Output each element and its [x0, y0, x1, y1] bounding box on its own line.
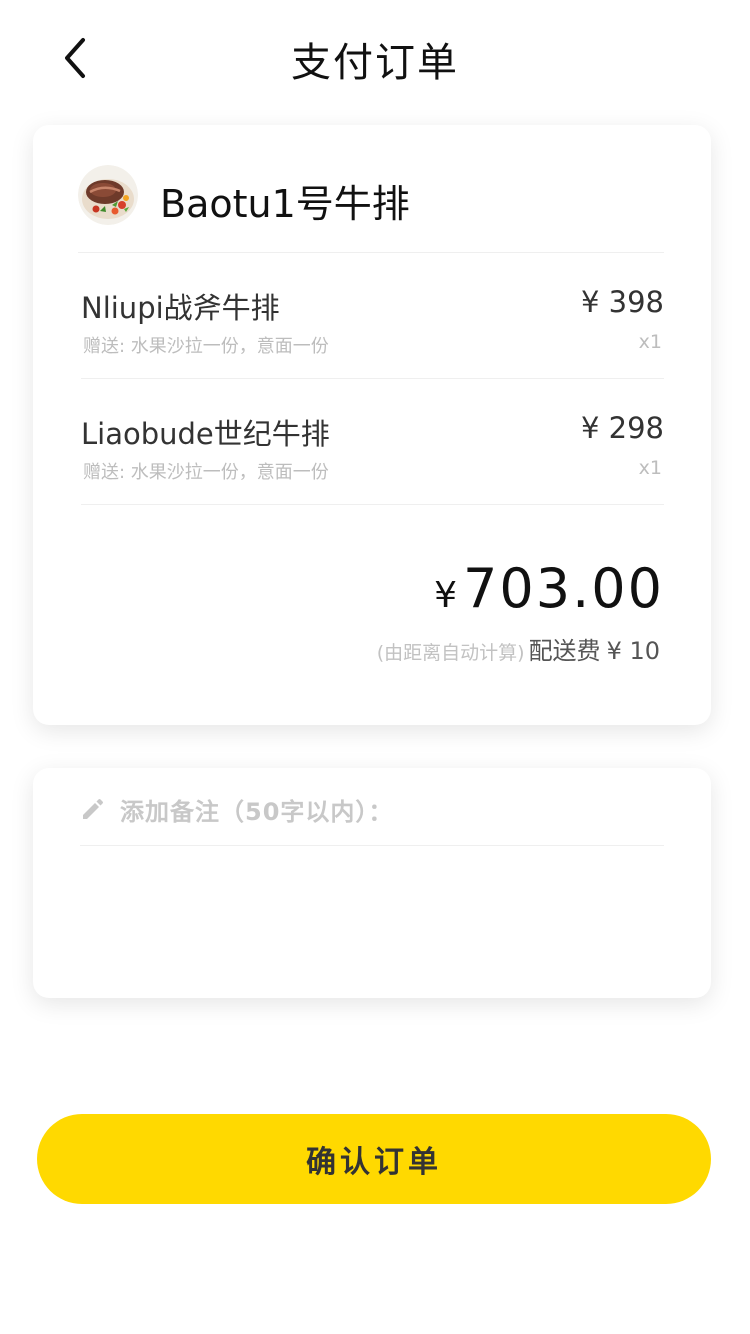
header: 支付订单: [0, 0, 750, 118]
pay-order-page: 支付订单 Baotu1号牛排 Nliupi战斧牛排 赠送: 水果沙拉一份，意面一…: [0, 0, 750, 1334]
item-quantity: x1: [638, 331, 662, 353]
delivery-fee: ¥ 10: [606, 637, 660, 665]
item-quantity: x1: [638, 457, 662, 479]
total-amount: ¥ 703.00: [434, 557, 664, 620]
shop-name: Baotu1号牛排: [160, 182, 410, 226]
item-price: ¥ 398: [580, 285, 664, 319]
item-gift: 赠送: 水果沙拉一份，意面一份: [83, 336, 329, 357]
delivery-label: 配送费: [528, 637, 601, 665]
shop-avatar: [78, 165, 138, 225]
order-item: Liaobude世纪牛排 赠送: 水果沙拉一份，意面一份 ¥ 298 x1: [81, 379, 664, 505]
remark-header: 添加备注（50字以内）：: [80, 792, 664, 846]
total-currency: ¥: [434, 575, 458, 616]
remark-label: 添加备注（50字以内）：: [120, 798, 394, 826]
delivery-note: (由距离自动计算): [376, 642, 525, 664]
total-value: 703.00: [463, 557, 664, 620]
order-card: Baotu1号牛排 Nliupi战斧牛排 赠送: 水果沙拉一份，意面一份 ¥ 3…: [33, 125, 711, 725]
shop-header[interactable]: Baotu1号牛排: [78, 165, 664, 253]
confirm-order-button[interactable]: 确认订单: [37, 1114, 711, 1204]
item-gift: 赠送: 水果沙拉一份，意面一份: [83, 462, 329, 483]
remark-card: 添加备注（50字以内）：: [33, 768, 711, 998]
remark-input[interactable]: [80, 858, 664, 968]
pencil-icon: [83, 799, 103, 819]
confirm-order-label: 确认订单: [306, 1146, 442, 1179]
item-name: Nliupi战斧牛排: [81, 291, 280, 325]
item-price: ¥ 298: [580, 411, 664, 445]
order-item: Nliupi战斧牛排 赠送: 水果沙拉一份，意面一份 ¥ 398 x1: [81, 253, 664, 379]
delivery-row: (由距离自动计算) 配送费 ¥ 10: [377, 631, 660, 666]
item-name: Liaobude世纪牛排: [81, 417, 330, 451]
page-title: 支付订单: [291, 40, 459, 86]
